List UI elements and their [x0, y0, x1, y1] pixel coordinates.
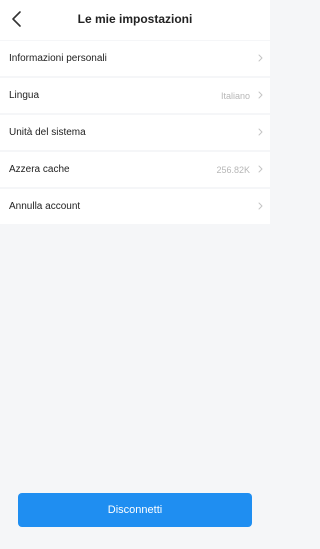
chevron-right-icon — [258, 91, 263, 99]
chevron-right-icon — [258, 165, 263, 173]
item-label: Unità del sistema — [9, 127, 86, 138]
item-label: Lingua — [9, 90, 40, 101]
chevron-right-icon — [258, 54, 263, 62]
chevron-right-icon — [258, 128, 263, 136]
chevron-right-icon — [258, 202, 263, 210]
page-title: Le mie impostazioni — [77, 12, 193, 26]
header-bar: Le mie impostazioni — [0, 0, 270, 40]
cache-size-value: 256.82K — [216, 164, 250, 175]
settings-item-system-units[interactable]: Unità del sistema — [0, 115, 270, 150]
logout-button[interactable]: Disconnetti — [18, 493, 252, 527]
settings-item-personal-info[interactable]: Informazioni personali — [0, 41, 270, 76]
item-value: Italiano — [220, 90, 250, 101]
settings-item-clear-cache[interactable]: Azzera cache 256.82K — [0, 152, 270, 187]
item-label: Annulla account — [9, 201, 81, 212]
settings-item-language[interactable]: Lingua Italiano — [0, 78, 270, 113]
settings-list: Informazioni personali Lingua Italiano U… — [0, 41, 270, 226]
item-label: Azzera cache — [9, 164, 70, 175]
settings-item-cancel-account[interactable]: Annulla account — [0, 189, 270, 224]
item-label: Informazioni personali — [9, 53, 107, 64]
